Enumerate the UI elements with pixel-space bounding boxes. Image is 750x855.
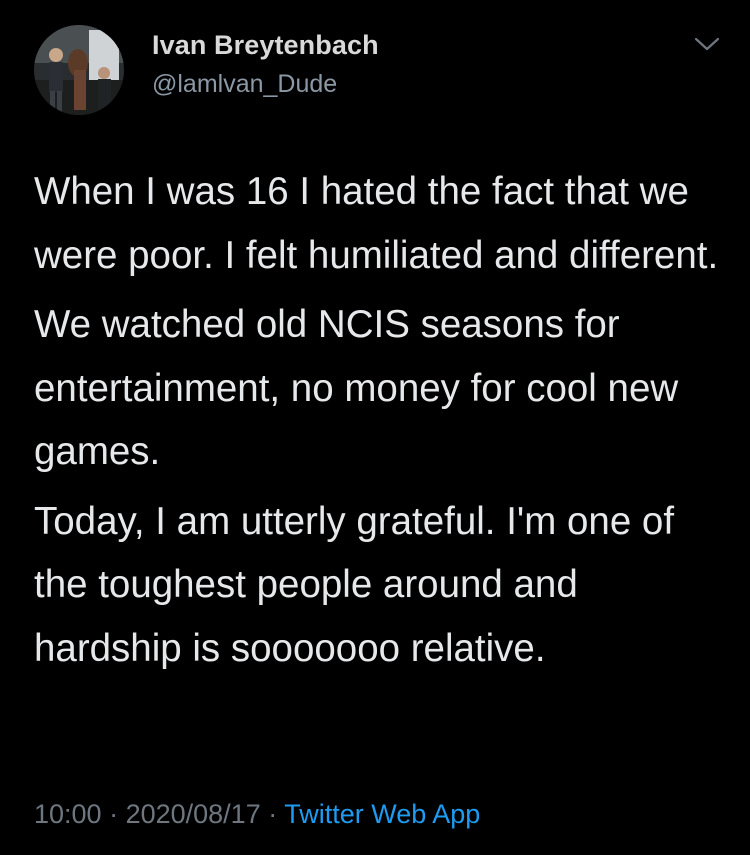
tweet-text: When I was 16 I hated the fact that we w…: [34, 160, 724, 680]
display-name[interactable]: Ivan Breytenbach: [152, 30, 379, 61]
tweet-source-link[interactable]: Twitter Web App: [284, 799, 480, 829]
avatar[interactable]: [34, 25, 124, 115]
tweet-meta: 10:00 · 2020/08/17 · Twitter Web App: [34, 799, 480, 830]
tweet-date[interactable]: 2020/08/17: [126, 799, 261, 829]
tweet-time[interactable]: 10:00: [34, 799, 102, 829]
tweet-paragraph: Today, I am utterly grateful. I'm one of…: [34, 499, 675, 670]
tweet-card: Ivan Breytenbach @lamlvan_Dude When I wa…: [0, 0, 750, 855]
avatar-photo: [34, 25, 124, 115]
user-handle[interactable]: @lamlvan_Dude: [152, 70, 337, 99]
meta-separator: ·: [101, 799, 126, 829]
tweet-paragraph: When I was 16 I hated the fact that we w…: [34, 170, 719, 277]
tweet-paragraph: We watched old NCIS seasons for entertai…: [34, 303, 679, 473]
meta-separator: ·: [260, 799, 285, 829]
chevron-down-icon[interactable]: [694, 36, 720, 52]
